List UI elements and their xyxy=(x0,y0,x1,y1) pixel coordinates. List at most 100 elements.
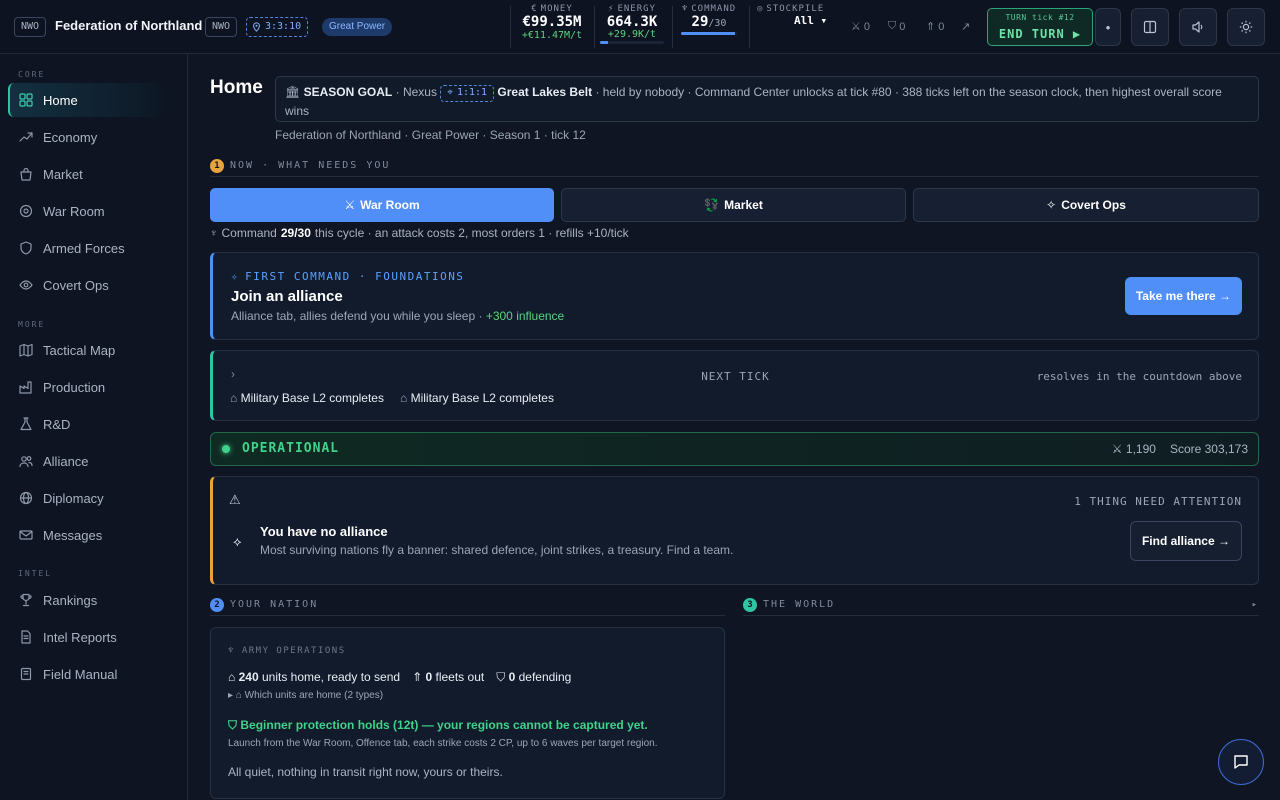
eye-icon: ◎ xyxy=(757,4,764,14)
season-target-coordinate[interactable]: ⌖ 1:1:1 xyxy=(440,84,495,102)
status-label: OPERATIONAL xyxy=(242,441,340,456)
stockpile-value[interactable]: All ▾ xyxy=(757,14,837,27)
turn-tick-label: TURN tick #12 xyxy=(1005,13,1075,22)
shield-icon: ⛉ xyxy=(228,718,238,732)
the-world-label: THE WORLD xyxy=(763,599,836,610)
trend-icon xyxy=(19,130,33,144)
speaker-icon xyxy=(1192,21,1203,33)
triangle-right-icon: ▸ xyxy=(228,690,234,701)
sidebar-item-covert-ops[interactable]: Covert Ops xyxy=(8,268,168,302)
command-resource: ♆ COMMAND 29/30 xyxy=(681,4,737,50)
factory-icon xyxy=(19,380,33,394)
status-bar: OPERATIONAL ⚔ 1,190 Score 303,173 xyxy=(210,432,1259,466)
mail-icon xyxy=(19,528,33,542)
season-goal-detail: · held by nobody · Command Center unlock… xyxy=(595,85,1190,99)
step-number: 2 xyxy=(210,597,224,612)
panel-icon xyxy=(1143,20,1157,34)
divider xyxy=(594,6,595,48)
covert-ops-quick-button[interactable]: ✧ Covert Ops xyxy=(913,188,1259,222)
arrow-icon[interactable]: ↗ xyxy=(961,20,970,33)
target-icon xyxy=(19,204,33,218)
the-world-header[interactable]: 3 THE WORLD ▸ xyxy=(743,594,1259,616)
attention-desc: Most surviving nations fly a banner: sha… xyxy=(260,543,734,557)
users-icon xyxy=(19,454,33,468)
sidebar-item-r-d[interactable]: R&D xyxy=(8,407,168,441)
money-value: €99.35M xyxy=(522,14,582,30)
money-resource: € MONEY €99.35M +€11.47M/t xyxy=(515,4,589,50)
shield-icon xyxy=(19,241,33,255)
first-command-card: ✧ FIRST COMMAND · FOUNDATIONS Join an all… xyxy=(210,252,1259,340)
sidebar-item-intel-reports[interactable]: Intel Reports xyxy=(8,620,168,654)
rocket-icon: ⇑ xyxy=(412,670,423,684)
sidebar-item-label: Covert Ops xyxy=(43,277,109,293)
sidebar-item-home[interactable]: Home xyxy=(8,83,168,117)
divider xyxy=(510,6,511,48)
command-value: 29/30 xyxy=(691,14,727,30)
stockpile-selector[interactable]: ◎ STOCKPILE All ▾ xyxy=(757,4,837,50)
main-content: Home 🏛 SEASON GOAL · Nexus ⌖ 1:1:1 Great … xyxy=(189,54,1280,800)
your-nation-label: YOUR NATION xyxy=(230,599,319,610)
first-command-title: Join an alliance xyxy=(231,288,343,305)
swords-icon: ⚔ xyxy=(851,21,861,33)
turn-menu-button[interactable]: • xyxy=(1095,8,1121,46)
units-home-toggle[interactable]: ▸ ⌂ Which units are home (2 types) xyxy=(228,690,383,701)
nation-subline: Federation of Northland · Great Power · … xyxy=(275,128,586,142)
trophy-icon xyxy=(19,593,33,607)
sidebar-item-label: Economy xyxy=(43,129,98,145)
spark-icon: ✧ xyxy=(1046,198,1057,212)
grid-icon xyxy=(19,93,33,107)
war-room-quick-button[interactable]: ⚔ War Room xyxy=(210,188,554,222)
end-turn-label: END TURN ▶ xyxy=(998,27,1082,41)
sidebar-item-alliance[interactable]: Alliance xyxy=(8,444,168,478)
your-nation-header: 2 YOUR NATION xyxy=(210,594,725,616)
chat-button[interactable] xyxy=(1218,739,1264,785)
handshake-icon: ⟡ xyxy=(233,534,242,549)
medal-icon: ♆ xyxy=(228,646,235,656)
next-tick-items: ⌂ Military Base L2 completes ⌂ Military … xyxy=(230,391,554,405)
next-tick-item: ⌂ Military Base L2 completes xyxy=(399,391,554,405)
sidebar-item-production[interactable]: Production xyxy=(8,370,168,404)
layout-button[interactable] xyxy=(1131,8,1169,46)
home-coordinate[interactable]: 3:3:10 xyxy=(246,17,309,37)
command-label: ♆ COMMAND xyxy=(681,4,737,14)
sidebar-item-armed-forces[interactable]: Armed Forces xyxy=(8,231,168,265)
sidebar-item-label: War Room xyxy=(43,203,105,219)
swords-icon: ⚔ xyxy=(1111,442,1123,456)
attention-count: 1 THING NEED ATTENTION xyxy=(1074,495,1242,508)
theme-button[interactable] xyxy=(1227,8,1265,46)
now-section-label: NOW · WHAT NEEDS YOU xyxy=(230,160,391,171)
next-tick-note: resolves in the countdown above xyxy=(1036,370,1242,383)
shield-icon: ⛉ xyxy=(496,670,506,684)
find-alliance-button[interactable]: Find alliance → xyxy=(1129,521,1242,561)
nation-tag-secondary: NWO xyxy=(205,17,238,37)
caret-icon[interactable]: ▸ xyxy=(1252,600,1259,610)
sidebar-item-field-manual[interactable]: Field Manual xyxy=(8,657,168,691)
now-section-header: 1 NOW · WHAT NEEDS YOU xyxy=(210,155,1259,177)
sidebar-item-label: Alliance xyxy=(43,453,89,469)
end-turn-button[interactable]: TURN tick #12 END TURN ▶ xyxy=(987,8,1093,46)
shield-icon: ⛉ xyxy=(888,20,897,32)
bolt-icon: ⚡ xyxy=(608,4,615,14)
sidebar-item-rankings[interactable]: Rankings xyxy=(8,583,168,617)
sidebar-item-economy[interactable]: Economy xyxy=(8,120,168,154)
flask-icon xyxy=(19,417,33,431)
sidebar-item-label: Market xyxy=(43,166,83,182)
take-me-there-button[interactable]: Take me there → xyxy=(1124,277,1242,315)
sound-button[interactable] xyxy=(1179,8,1217,46)
pin-icon: ⌖ xyxy=(447,87,453,98)
market-quick-button[interactable]: 💱 Market xyxy=(561,188,906,222)
divider xyxy=(672,6,673,48)
globe-icon xyxy=(19,491,33,505)
sidebar-item-tactical-map[interactable]: Tactical Map xyxy=(8,333,168,367)
command-summary: ♆ Command 29/30 this cycle · an attack cos… xyxy=(210,226,629,240)
pin-icon xyxy=(253,22,260,32)
first-command-desc: Alliance tab, allies defend you while yo… xyxy=(231,309,565,323)
sidebar-item-market[interactable]: Market xyxy=(8,157,168,191)
sidebar-item-war-room[interactable]: War Room xyxy=(8,194,168,228)
rocket-icon: ⇑ xyxy=(926,21,936,33)
map-icon xyxy=(19,343,33,357)
sidebar-item-messages[interactable]: Messages xyxy=(8,518,168,552)
landmark-icon: 🏛 xyxy=(285,85,301,99)
sidebar-item-diplomacy[interactable]: Diplomacy xyxy=(8,481,168,515)
home-icon: ⌂ xyxy=(235,690,242,701)
